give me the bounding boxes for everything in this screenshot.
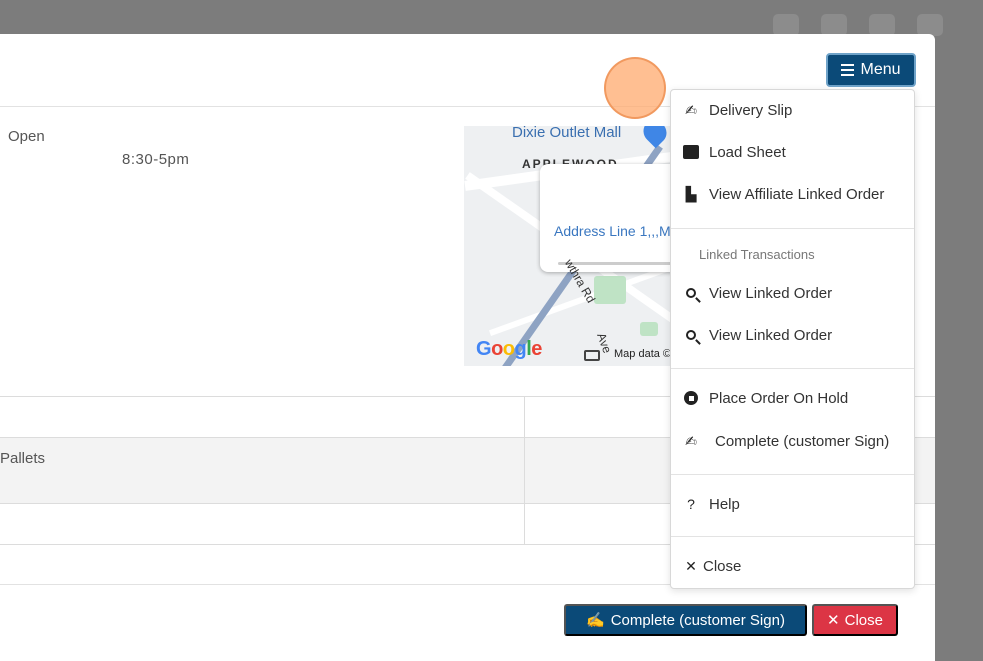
hamburger-icon [841, 64, 855, 76]
status-open-label: Open [8, 128, 45, 145]
menu-dropdown: ✍ Delivery Slip Load Sheet ▙ View Affili… [670, 89, 915, 589]
background-toolbar [773, 14, 943, 36]
map-address[interactable]: Address Line 1,,,Mississauga,O [554, 222, 679, 240]
complete-customer-sign-button[interactable]: ✍ Complete (customer Sign) [564, 604, 807, 636]
menu-item-delivery-slip[interactable]: ✍ Delivery Slip [671, 93, 914, 127]
menu-item-label: Load Sheet [709, 143, 786, 161]
location-map[interactable]: Dixie Outlet Mall APPLEWOOD Address Line… [464, 126, 679, 366]
linked-transactions-header: Linked Transactions [699, 247, 815, 262]
close-button[interactable]: ✕ Close [812, 604, 898, 636]
menu-divider [671, 536, 914, 537]
search-icon [681, 288, 701, 298]
google-logo: Google [476, 338, 542, 360]
background-icon [821, 14, 847, 36]
map-mall-label: Dixie Outlet Mall [512, 126, 622, 141]
menu-item-load-sheet[interactable]: Load Sheet [671, 135, 914, 169]
search-icon [681, 330, 701, 340]
close-icon: ✕ [827, 612, 840, 629]
menu-item-view-affiliate-linked-order[interactable]: ▙ View Affiliate Linked Order [671, 177, 914, 211]
menu-divider [671, 474, 914, 475]
menu-item-label: Close [703, 557, 742, 575]
background-icon [869, 14, 895, 36]
stop-circle-icon [681, 391, 701, 405]
signature-icon: ✍ [586, 612, 605, 629]
menu-item-complete-customer-sign[interactable]: ✍ Complete (customer Sign) [671, 424, 914, 458]
map-pin-icon [638, 126, 672, 149]
map-data-attribution[interactable]: Map data © [614, 348, 671, 360]
complete-button-label: Complete (customer Sign) [610, 611, 785, 629]
menu-item-label: Delivery Slip [709, 101, 793, 119]
pdf-file-icon: ▙ [685, 185, 697, 202]
pallets-label: Pallets [0, 450, 46, 467]
background-icon [917, 14, 943, 36]
close-icon: ✕ [685, 557, 697, 574]
menu-button-label: Menu [860, 61, 901, 78]
menu-divider [671, 368, 914, 369]
menu-button[interactable]: Menu [826, 53, 916, 87]
menu-item-label: Place Order On Hold [709, 389, 849, 407]
menu-item-label: View Linked Order [709, 326, 833, 344]
table-column-divider [524, 396, 525, 544]
dolly-icon [681, 145, 701, 159]
business-hours: 8:30-5pm [122, 151, 190, 168]
menu-item-label: View Linked Order [709, 284, 833, 302]
menu-item-view-linked-order[interactable]: View Linked Order [671, 276, 914, 310]
menu-item-label: Complete (customer Sign) [715, 432, 890, 450]
menu-item-label: Help [709, 495, 740, 513]
signature-icon: ✍ [685, 432, 697, 449]
signature-icon: ✍ [685, 101, 697, 118]
map-info-window: Address Line 1,,,Mississauga,O [540, 164, 679, 272]
menu-item-label: View Affiliate Linked Order [709, 185, 885, 203]
question-icon: ? [687, 496, 695, 512]
menu-item-help[interactable]: ? Help [671, 487, 914, 521]
close-button-label: Close [844, 611, 883, 629]
menu-item-place-order-on-hold[interactable]: Place Order On Hold [671, 381, 914, 415]
cursor-highlight [604, 57, 666, 119]
menu-item-view-linked-order[interactable]: View Linked Order [671, 318, 914, 352]
menu-item-close[interactable]: ✕ Close [671, 549, 914, 583]
keyboard-icon[interactable] [584, 350, 600, 361]
background-icon [773, 14, 799, 36]
menu-divider [671, 228, 914, 229]
